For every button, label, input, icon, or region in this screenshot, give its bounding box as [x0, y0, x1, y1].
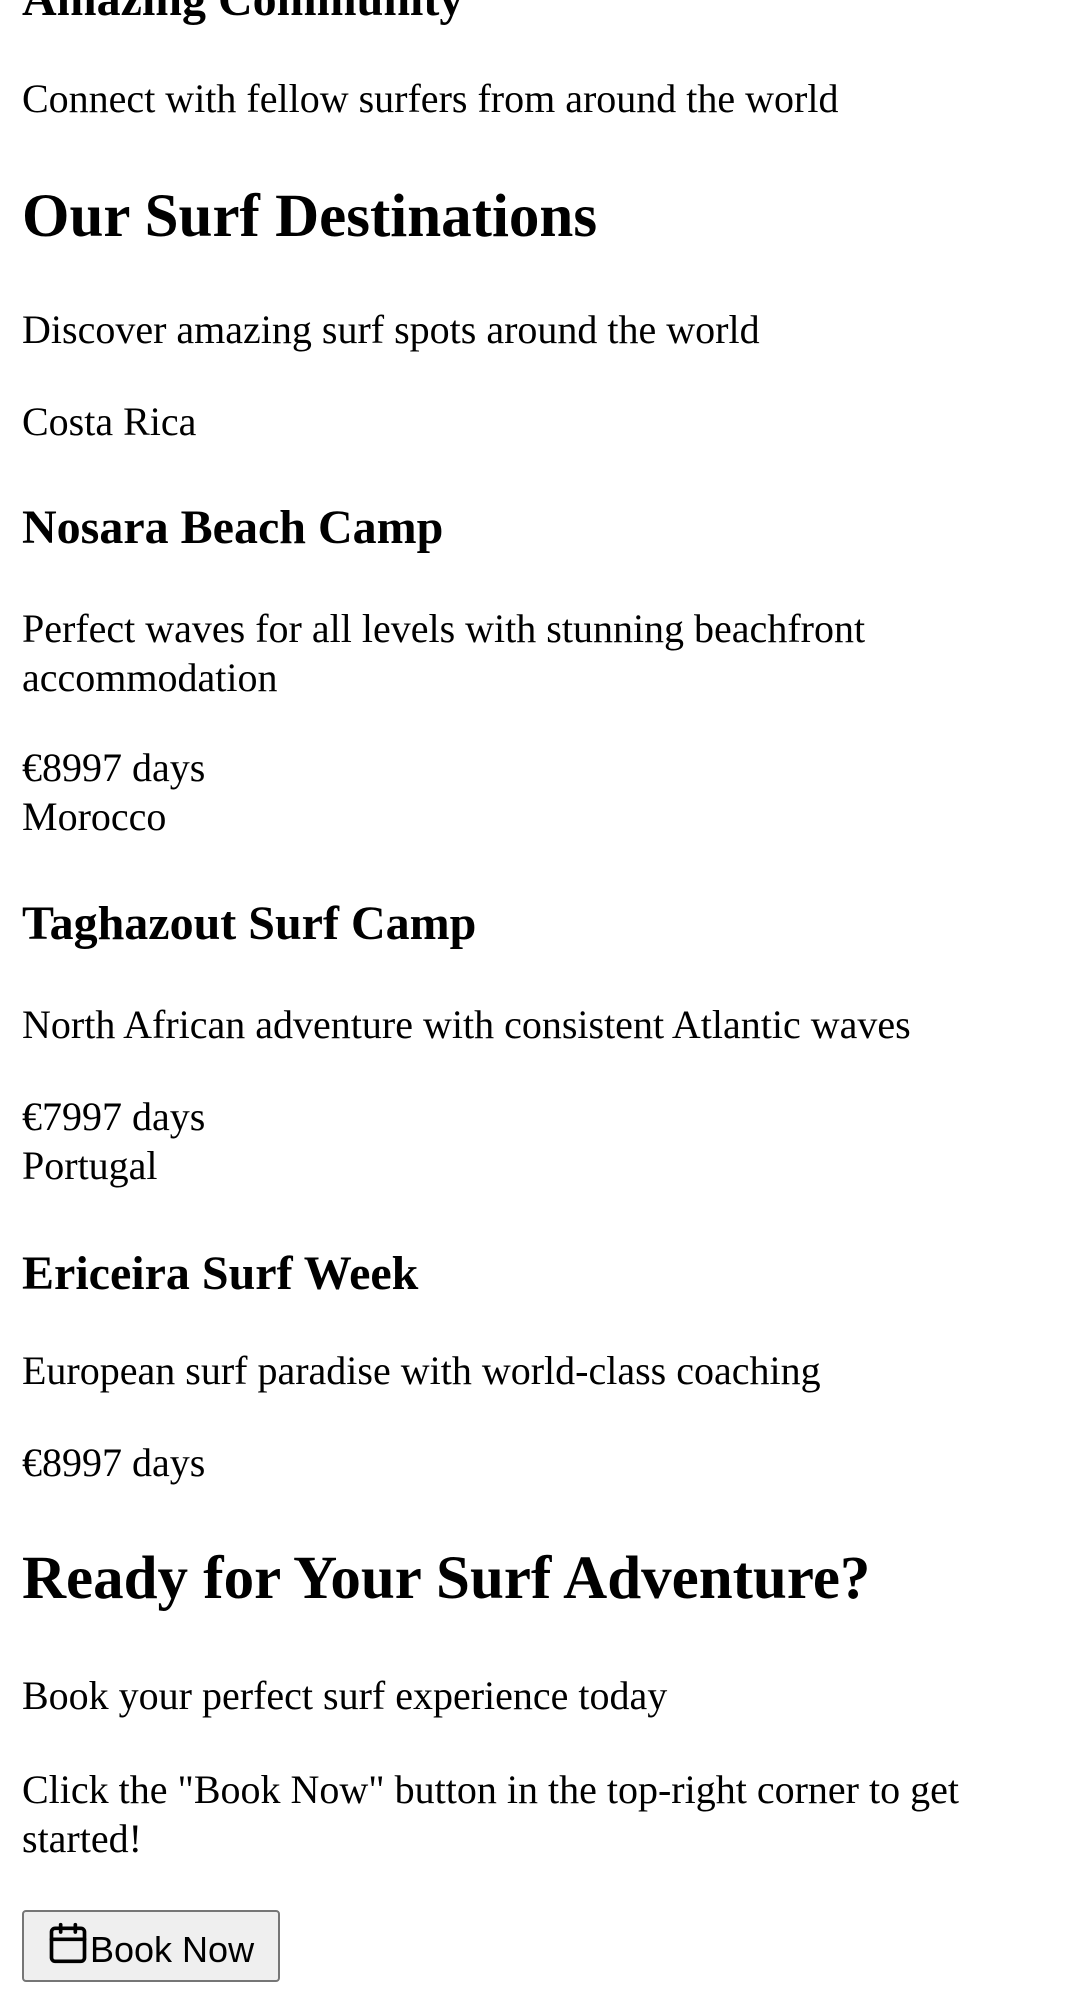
book-now-button[interactable]: Book Now — [22, 1910, 280, 1982]
book-now-label: Book Now — [90, 1929, 255, 1970]
cta-subtitle: Book your perfect surf experience today — [22, 1673, 668, 1718]
destination-description: Perfect waves for all levels with stunni… — [22, 606, 866, 700]
destinations-title: Our Surf Destinations — [22, 183, 598, 250]
destination-duration: 7 days — [102, 745, 206, 790]
destinations-subtitle: Discover amazing surf spots around the w… — [22, 307, 760, 352]
destination-price-row: €7997 days — [22, 1094, 205, 1140]
destination-name: Nosara Beach Camp — [22, 501, 444, 554]
destination-name: Taghazout Surf Camp — [22, 897, 477, 950]
destination-price: €899 — [22, 745, 102, 790]
destination-name: Ericeira Surf Week — [22, 1247, 419, 1300]
destination-description: European surf paradise with world-class … — [22, 1348, 821, 1393]
destination-location: Morocco — [22, 794, 167, 839]
destination-duration: 7 days — [102, 1094, 206, 1139]
destination-location: Costa Rica — [22, 399, 197, 444]
calendar-icon — [46, 1922, 90, 1967]
cta-instruction: Click the "Book Now" button in the top-r… — [22, 1767, 959, 1861]
destination-location: Portugal — [22, 1143, 158, 1188]
destination-price-row: €8997 days — [22, 745, 205, 791]
destination-duration: 7 days — [102, 1440, 206, 1485]
feature-description: Connect with fellow surfers from around … — [22, 76, 839, 121]
destination-price-row: €8997 days — [22, 1440, 205, 1486]
cta-title: Ready for Your Surf Adventure? — [22, 1545, 871, 1612]
destination-description: North African adventure with consistent … — [22, 1002, 911, 1047]
destination-price: €799 — [22, 1094, 102, 1139]
destination-price: €899 — [22, 1440, 102, 1485]
feature-title: Amazing Community — [22, 0, 463, 27]
